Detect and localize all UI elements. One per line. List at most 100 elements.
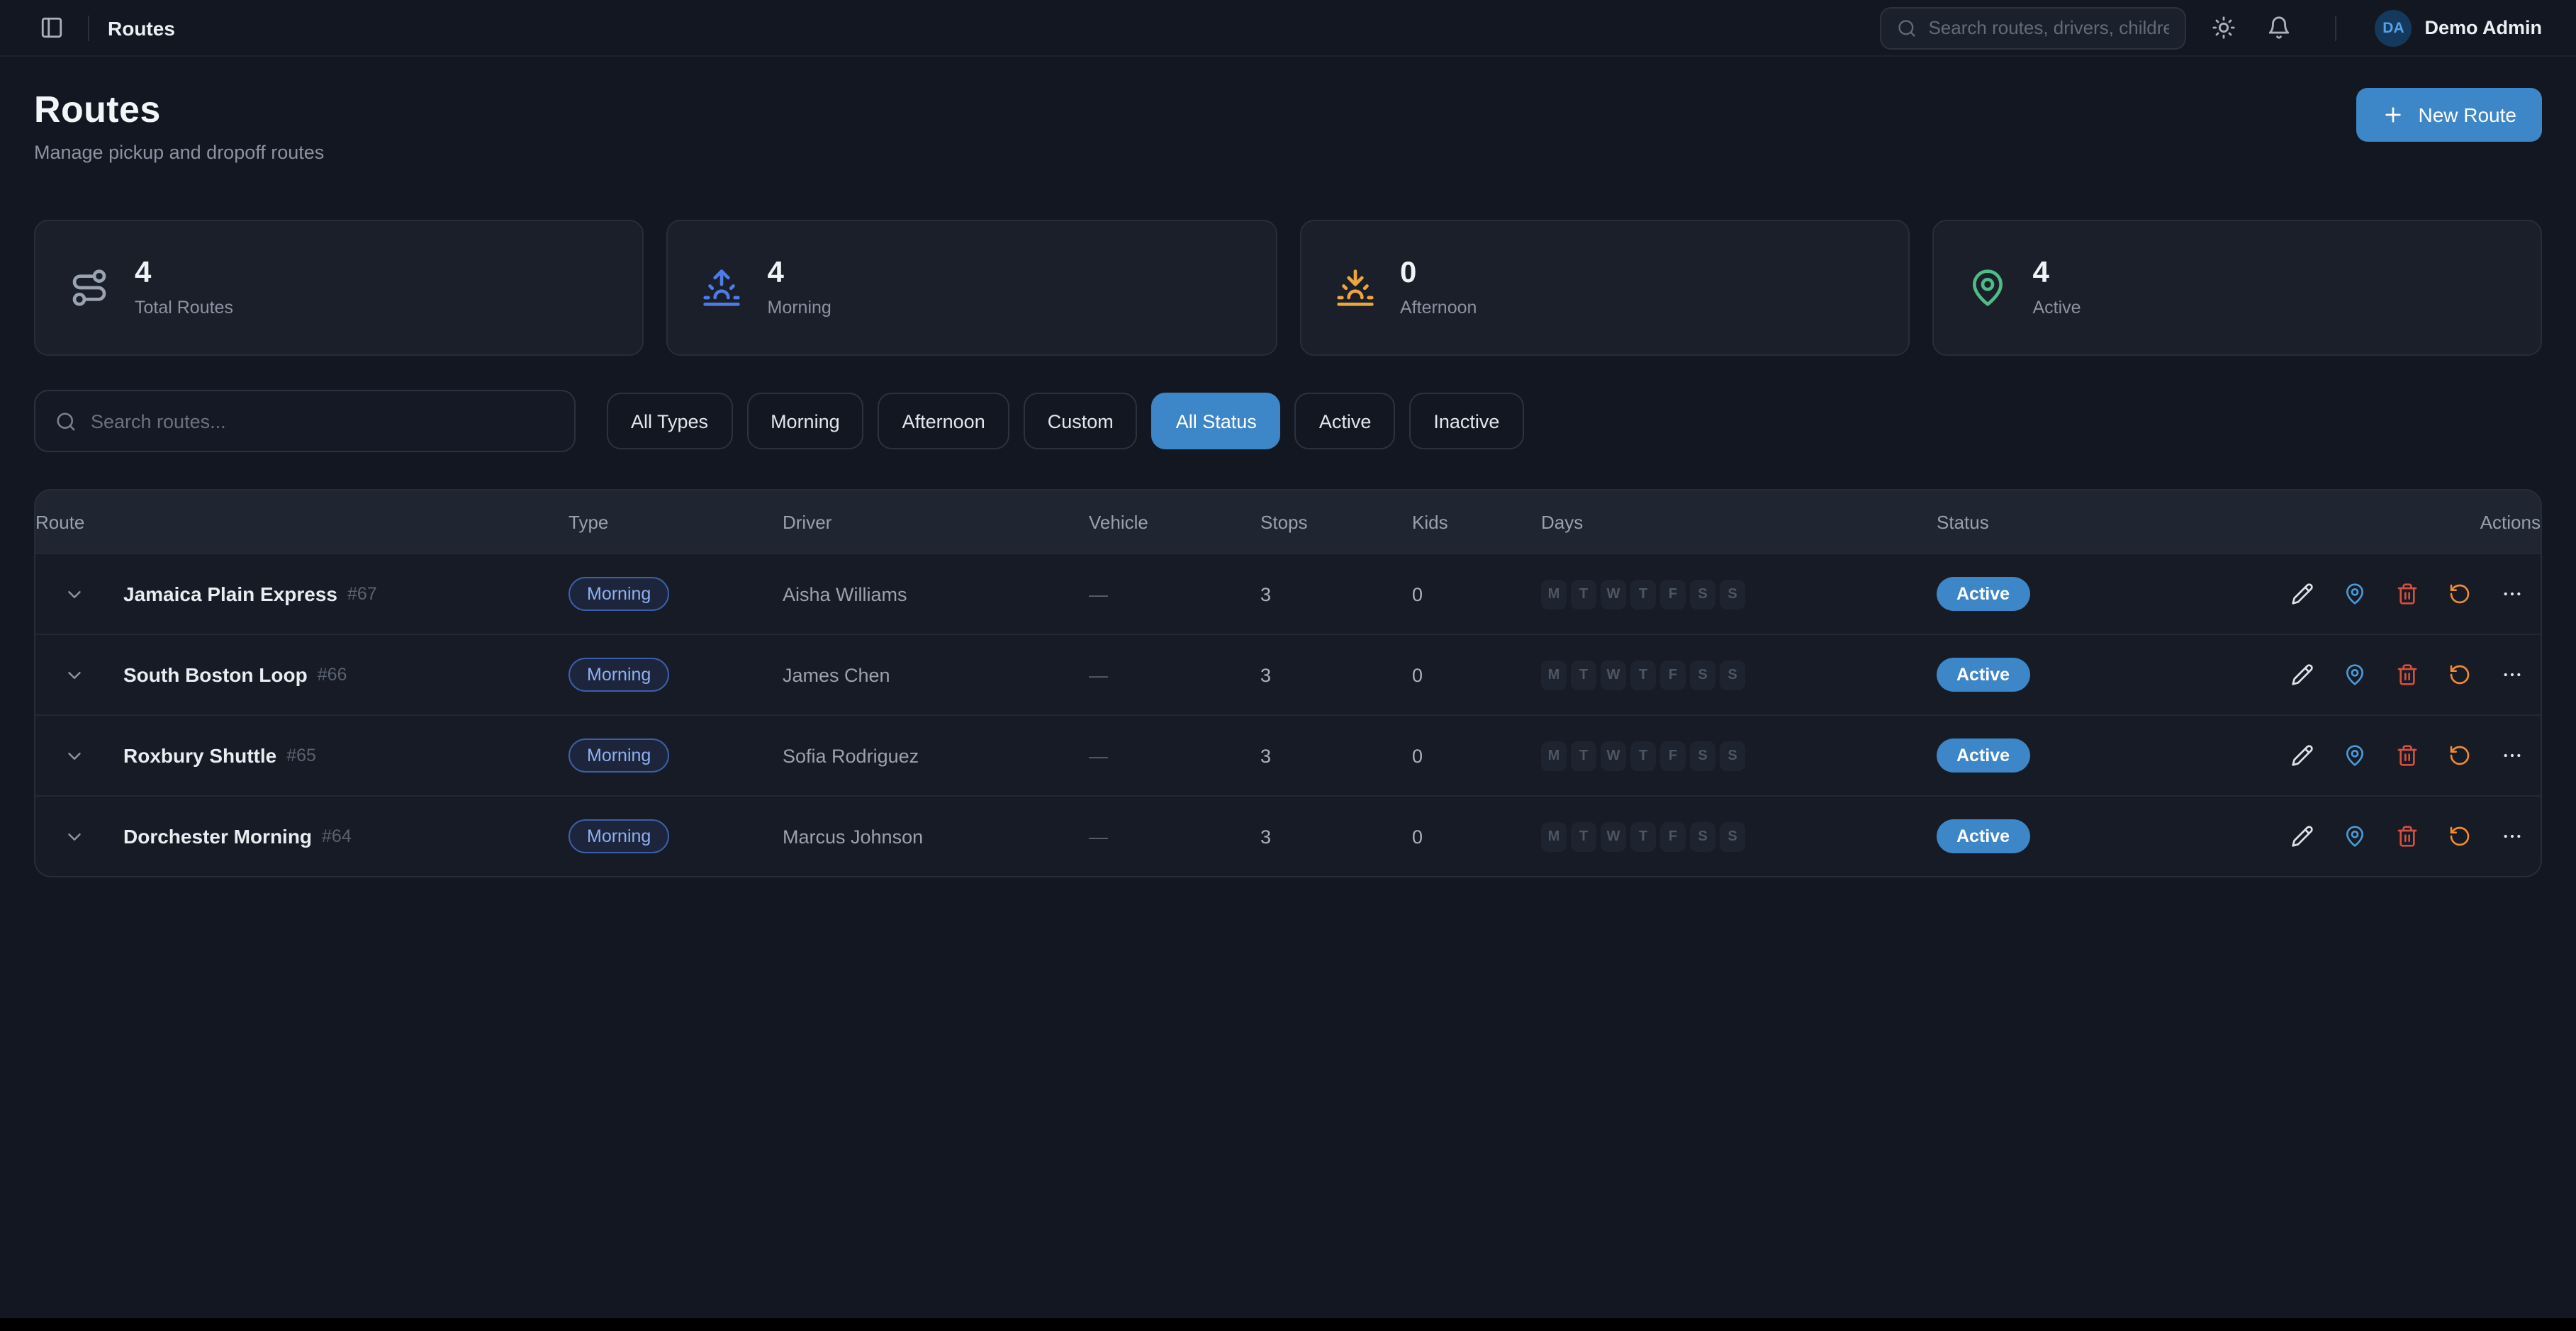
route-id: #64 xyxy=(322,826,352,846)
column-header-type: Type xyxy=(569,511,783,532)
day-pill: W xyxy=(1601,579,1626,609)
stat-label: Total Routes xyxy=(135,298,233,318)
column-header-actions: Actions xyxy=(2291,511,2541,532)
app-root: Routes DA Demo Admin xyxy=(0,0,2576,1318)
routes-search[interactable] xyxy=(34,390,576,452)
filter-chip-active[interactable]: Active xyxy=(1295,393,1396,449)
routes-search-input[interactable] xyxy=(91,410,554,432)
topbar-divider xyxy=(2335,15,2336,40)
chevron-down-icon[interactable] xyxy=(64,583,85,605)
day-pill: M xyxy=(1541,741,1567,770)
route-id: #67 xyxy=(347,584,377,604)
type-badge: Morning xyxy=(569,819,669,853)
route-name: South Boston Loop xyxy=(123,663,308,686)
more-actions-button[interactable] xyxy=(2501,583,2524,605)
more-actions-button[interactable] xyxy=(2501,663,2524,686)
table-row[interactable]: South Boston Loop #66 Morning James Chen… xyxy=(35,634,2541,714)
chevron-down-icon[interactable] xyxy=(64,745,85,766)
table-header: Route Type Driver Vehicle Stops Kids Day… xyxy=(35,490,2541,553)
days-pills: M T W T F S S xyxy=(1541,660,1937,690)
day-pill: S xyxy=(1720,579,1745,609)
stat-card-total-routes: 4 Total Routes xyxy=(34,220,644,356)
filter-bar: All Types Morning Afternoon Custom All S… xyxy=(34,390,2542,452)
kids-count: 0 xyxy=(1412,826,1541,847)
ellipsis-icon xyxy=(2501,825,2524,848)
stat-value: 4 xyxy=(135,258,233,288)
type-badge: Morning xyxy=(569,577,669,611)
delete-route-button[interactable] xyxy=(2396,583,2419,605)
route-name: Roxbury Shuttle xyxy=(123,744,276,767)
route-name: Jamaica Plain Express xyxy=(123,583,337,605)
stops-count: 3 xyxy=(1260,583,1412,605)
stat-card-afternoon: 0 Afternoon xyxy=(1299,220,1910,356)
day-pill: M xyxy=(1541,660,1567,690)
bell-icon xyxy=(2267,16,2291,40)
table-row[interactable]: Dorchester Morning #64 Morning Marcus Jo… xyxy=(35,795,2541,876)
day-pill: F xyxy=(1660,579,1686,609)
global-search-input[interactable] xyxy=(1928,17,2169,38)
day-pill: T xyxy=(1571,741,1596,770)
notifications-button[interactable] xyxy=(2261,10,2297,45)
ellipsis-icon xyxy=(2501,663,2524,686)
edit-route-button[interactable] xyxy=(2291,825,2314,848)
view-stops-button[interactable] xyxy=(2343,583,2366,605)
table-row[interactable]: Roxbury Shuttle #65 Morning Sofia Rodrig… xyxy=(35,714,2541,795)
more-actions-button[interactable] xyxy=(2501,825,2524,848)
day-pill: W xyxy=(1601,741,1626,770)
more-actions-button[interactable] xyxy=(2501,744,2524,767)
view-stops-button[interactable] xyxy=(2343,744,2366,767)
chevron-down-icon[interactable] xyxy=(64,826,85,847)
restore-route-button[interactable] xyxy=(2448,825,2471,848)
chevron-down-icon[interactable] xyxy=(64,664,85,685)
stat-card-morning: 4 Morning xyxy=(667,220,1277,356)
theme-toggle-button[interactable] xyxy=(2206,10,2241,45)
stat-label: Afternoon xyxy=(1400,298,1477,318)
trash-icon xyxy=(2396,583,2419,605)
delete-route-button[interactable] xyxy=(2396,663,2419,686)
page-header: Routes Manage pickup and dropoff routes … xyxy=(34,88,2542,163)
user-menu[interactable]: DA Demo Admin xyxy=(2375,9,2542,46)
filter-chip-all-types[interactable]: All Types xyxy=(607,393,732,449)
stat-value: 0 xyxy=(1400,258,1477,288)
map-pin-icon xyxy=(1968,268,2007,308)
day-pill: S xyxy=(1690,821,1715,851)
delete-route-button[interactable] xyxy=(2396,744,2419,767)
route-name: Dorchester Morning xyxy=(123,825,312,848)
filter-chip-all-status[interactable]: All Status xyxy=(1152,393,1281,449)
restore-route-button[interactable] xyxy=(2448,663,2471,686)
vehicle-value: — xyxy=(1089,745,1260,766)
edit-route-button[interactable] xyxy=(2291,744,2314,767)
stat-card-active: 4 Active xyxy=(1932,220,2543,356)
day-pill: W xyxy=(1601,821,1626,851)
route-id: #65 xyxy=(286,746,316,765)
filter-chip-morning[interactable]: Morning xyxy=(746,393,864,449)
column-header-stops: Stops xyxy=(1260,511,1412,532)
restore-route-button[interactable] xyxy=(2448,744,2471,767)
day-pill: T xyxy=(1630,579,1656,609)
view-stops-button[interactable] xyxy=(2343,663,2366,686)
sidebar-toggle-button[interactable] xyxy=(34,10,69,45)
filter-chip-inactive[interactable]: Inactive xyxy=(1409,393,1523,449)
sun-icon xyxy=(2212,16,2236,40)
view-stops-button[interactable] xyxy=(2343,825,2366,848)
rotate-ccw-icon xyxy=(2448,744,2471,767)
table-row[interactable]: Jamaica Plain Express #67 Morning Aisha … xyxy=(35,553,2541,634)
day-pill: T xyxy=(1630,821,1656,851)
column-header-days: Days xyxy=(1541,511,1937,532)
delete-route-button[interactable] xyxy=(2396,825,2419,848)
global-search[interactable] xyxy=(1880,6,2186,49)
map-pin-icon xyxy=(2343,744,2366,767)
user-name: Demo Admin xyxy=(2424,17,2542,38)
filter-chip-custom[interactable]: Custom xyxy=(1024,393,1138,449)
new-route-button[interactable]: New Route xyxy=(2356,88,2542,142)
edit-route-button[interactable] xyxy=(2291,663,2314,686)
driver-name: Aisha Williams xyxy=(783,583,1089,605)
pencil-icon xyxy=(2291,583,2314,605)
day-pill: T xyxy=(1630,741,1656,770)
restore-route-button[interactable] xyxy=(2448,583,2471,605)
column-header-status: Status xyxy=(1937,511,2291,532)
routes-table: Route Type Driver Vehicle Stops Kids Day… xyxy=(34,489,2542,877)
page-subtitle: Manage pickup and dropoff routes xyxy=(34,142,324,163)
filter-chip-afternoon[interactable]: Afternoon xyxy=(878,393,1009,449)
edit-route-button[interactable] xyxy=(2291,583,2314,605)
